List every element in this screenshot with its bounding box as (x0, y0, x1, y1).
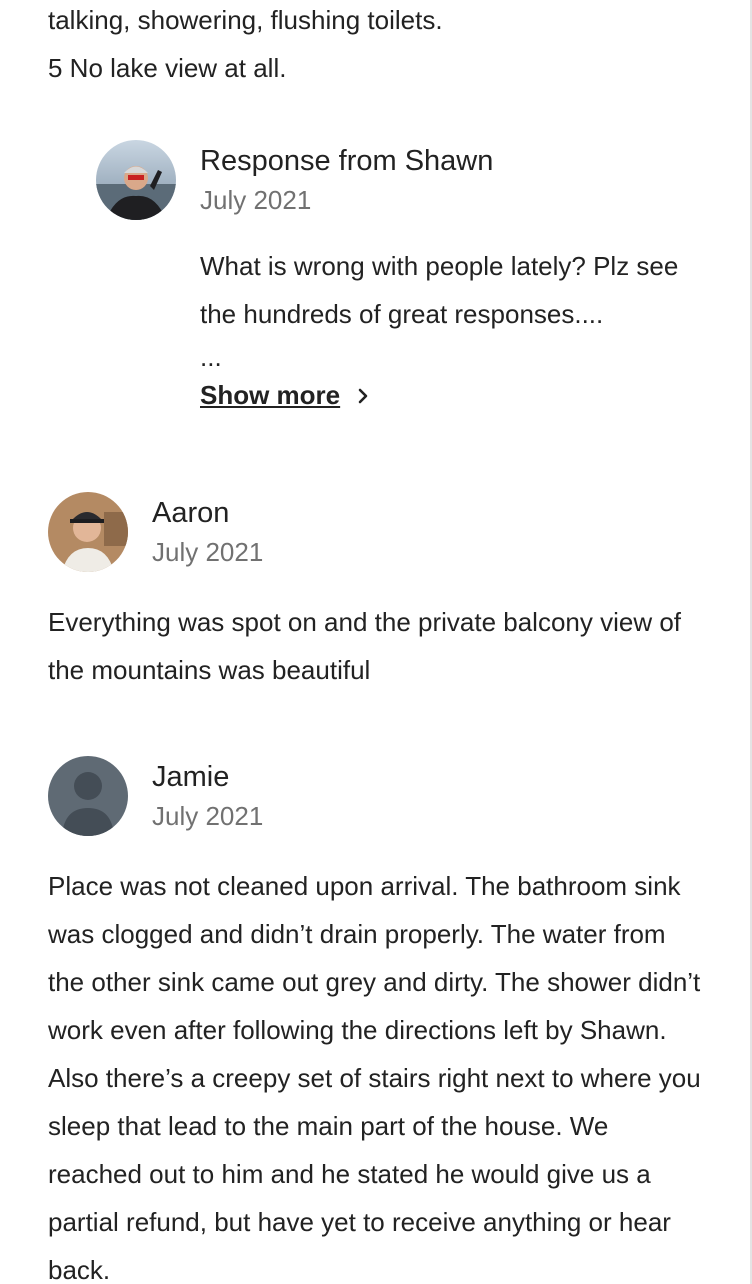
review-item: Jamie July 2021 Place was not cleaned up… (48, 756, 708, 1284)
previous-review-line: talking, showering, flushing toilets. (48, 5, 443, 35)
show-more-label: Show more (200, 380, 341, 410)
reviewer-name: Aaron (152, 497, 230, 529)
review-header: Aaron July 2021 (48, 492, 708, 572)
review-text: Place was not cleaned upon arrival. The … (48, 871, 701, 1284)
host-response-header: Response from Shawn July 2021 (96, 140, 706, 220)
previous-review-text: talking, showering, flushing toilets. 5 … (48, 0, 708, 92)
previous-review-line: 5 No lake view at all. (48, 53, 287, 83)
review-date: July 2021 (152, 801, 264, 831)
default-user-avatar-icon[interactable] (48, 756, 128, 836)
show-more-button[interactable]: Show more (200, 380, 372, 411)
review-date: July 2021 (152, 537, 264, 567)
host-response: Response from Shawn July 2021 What is wr… (96, 140, 706, 411)
reviewer-name: Jamie (152, 761, 230, 793)
host-avatar[interactable] (96, 140, 176, 220)
host-response-text: What is wrong with people lately? Plz se… (200, 251, 679, 329)
review-item: Aaron July 2021 Everything was spot on a… (48, 492, 708, 694)
host-response-ellipsis: ... (200, 342, 222, 372)
chevron-right-icon (354, 387, 372, 405)
host-response-date: July 2021 (200, 185, 312, 215)
host-response-title: Response from Shawn (200, 145, 494, 177)
review-header: Jamie July 2021 (48, 756, 708, 836)
review-text: Everything was spot on and the private b… (48, 607, 682, 685)
reviewer-avatar[interactable] (48, 492, 128, 572)
